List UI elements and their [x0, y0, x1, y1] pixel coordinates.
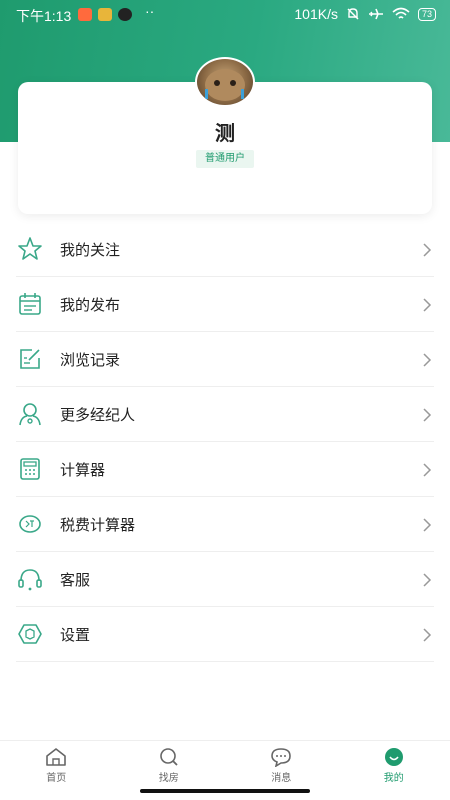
calendar-icon: [16, 290, 44, 318]
user-level-badge: 普通用户: [196, 150, 254, 168]
menu-list: 我的关注 我的发布 浏览记录 更多经纪人 计算器 税费计算器 客服 设置: [16, 222, 434, 662]
menu-label: 税费计算器: [60, 515, 136, 534]
menu-item-agents[interactable]: 更多经纪人: [16, 387, 434, 442]
headset-icon: [16, 565, 44, 593]
app-notification-icon: [78, 8, 92, 21]
wifi-icon: [392, 7, 410, 19]
tab-label: 消息: [271, 773, 292, 784]
menu-label: 我的发布: [60, 295, 121, 314]
avatar[interactable]: [195, 57, 255, 107]
tab-messages[interactable]: 消息: [225, 741, 338, 786]
edit-note-icon: [16, 345, 44, 373]
profile-smile-icon: [384, 748, 403, 766]
chevron-right-icon: [423, 628, 432, 642]
calculator-icon: [16, 455, 44, 483]
tab-label: 我的: [383, 773, 404, 784]
menu-label: 客服: [60, 570, 91, 589]
star-icon: [16, 235, 44, 263]
menu-item-customer-service[interactable]: 客服: [16, 552, 434, 607]
chevron-right-icon: [423, 408, 432, 422]
chevron-right-icon: [423, 518, 432, 532]
battery-indicator: 73: [417, 7, 436, 21]
menu-label: 我的关注: [60, 240, 121, 259]
menu-item-tax-calculator[interactable]: 税费计算器: [16, 497, 434, 552]
menu-item-calculator[interactable]: 计算器: [16, 442, 434, 497]
settings-hexagon-icon: [16, 620, 44, 648]
bottom-tab-bar: 首页 找房 消息 我的: [0, 740, 450, 786]
agent-icon: [16, 400, 44, 428]
status-bar: 下午1:13 ·· 101K/s 73: [0, 0, 450, 30]
menu-label: 设置: [60, 625, 91, 644]
home-indicator[interactable]: [140, 789, 310, 793]
menu-label: 更多经纪人: [60, 405, 136, 424]
chevron-right-icon: [423, 573, 432, 587]
mute-bell-icon: [347, 8, 359, 20]
message-icon: [271, 748, 292, 767]
menu-item-settings[interactable]: 设置: [16, 607, 434, 662]
tab-label: 首页: [46, 773, 67, 784]
menu-label: 浏览记录: [60, 350, 121, 369]
status-time: 下午1:13: [16, 8, 72, 24]
tax-icon: [16, 510, 44, 538]
chevron-right-icon: [423, 353, 432, 367]
tab-home[interactable]: 首页: [0, 741, 113, 786]
user-name: 测: [215, 121, 235, 145]
tab-label: 找房: [158, 773, 179, 784]
chevron-right-icon: [423, 298, 432, 312]
chevron-right-icon: [423, 463, 432, 477]
tab-find-house[interactable]: 找房: [113, 741, 226, 786]
network-speed: 101K/s: [294, 6, 338, 22]
more-dots-icon: ··: [145, 3, 155, 19]
home-icon: [46, 748, 67, 766]
menu-item-history[interactable]: 浏览记录: [16, 332, 434, 387]
tab-profile[interactable]: 我的: [338, 741, 450, 786]
search-icon: [159, 748, 178, 766]
menu-item-posts[interactable]: 我的发布: [16, 277, 434, 332]
qq-icon: [118, 8, 132, 21]
avatar-image: [205, 69, 245, 101]
app-notification-icon: [98, 8, 112, 21]
airplane-icon: [368, 8, 383, 20]
menu-label: 计算器: [60, 460, 106, 479]
menu-item-follows[interactable]: 我的关注: [16, 222, 434, 277]
chevron-right-icon: [423, 243, 432, 257]
